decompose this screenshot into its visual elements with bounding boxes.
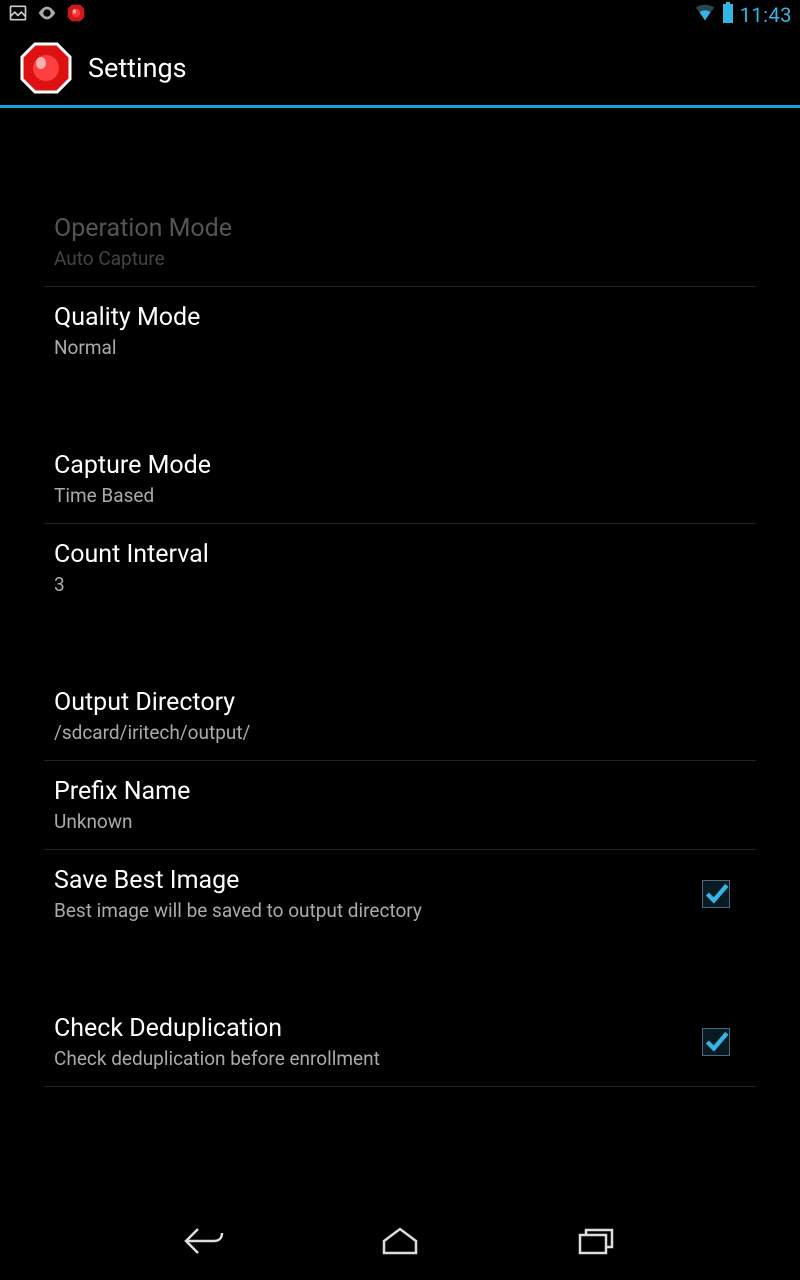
setting-value: Unknown — [54, 810, 750, 833]
checkbox-save-best-image[interactable] — [702, 880, 730, 908]
recent-apps-button[interactable] — [568, 1213, 624, 1269]
setting-save-best-image[interactable]: Save Best Image Best image will be saved… — [44, 850, 756, 938]
navigation-bar — [0, 1202, 800, 1280]
setting-output-directory[interactable]: Output Directory /sdcard/iritech/output/ — [44, 672, 756, 761]
image-icon — [8, 3, 28, 28]
settings-list: Operation Mode Auto Capture Quality Mode… — [0, 108, 800, 1202]
setting-count-interval[interactable]: Count Interval 3 — [44, 524, 756, 612]
app-notification-icon — [66, 3, 86, 28]
battery-icon — [722, 2, 734, 29]
setting-prefix-name[interactable]: Prefix Name Unknown — [44, 761, 756, 850]
setting-value: 3 — [54, 573, 750, 596]
setting-check-deduplication[interactable]: Check Deduplication Check deduplication … — [44, 998, 756, 1087]
setting-operation-mode: Operation Mode Auto Capture — [44, 198, 756, 287]
setting-title: Save Best Image — [54, 866, 702, 895]
checkbox-check-deduplication[interactable] — [702, 1028, 730, 1056]
setting-value: Normal — [54, 336, 750, 359]
app-bar: Settings — [0, 30, 800, 108]
checkmark-icon — [703, 1029, 729, 1055]
recent-apps-icon — [574, 1223, 618, 1259]
setting-value: /sdcard/iritech/output/ — [54, 721, 750, 744]
status-bar: 11:43 — [0, 0, 800, 30]
setting-title: Operation Mode — [54, 214, 750, 243]
setting-value: Best image will be saved to output direc… — [54, 899, 702, 922]
checkmark-icon — [703, 881, 729, 907]
setting-title: Quality Mode — [54, 303, 750, 332]
back-button[interactable] — [176, 1213, 232, 1269]
home-button[interactable] — [372, 1213, 428, 1269]
setting-value: Time Based — [54, 484, 750, 507]
setting-value: Check deduplication before enrollment — [54, 1047, 702, 1070]
home-icon — [376, 1223, 424, 1259]
wifi-icon — [694, 2, 716, 29]
setting-capture-mode[interactable]: Capture Mode Time Based — [44, 435, 756, 524]
app-icon — [18, 40, 74, 96]
setting-value: Auto Capture — [54, 247, 750, 270]
setting-quality-mode[interactable]: Quality Mode Normal — [44, 287, 756, 375]
setting-title: Count Interval — [54, 540, 750, 569]
setting-title: Prefix Name — [54, 777, 750, 806]
eye-icon — [36, 2, 58, 29]
back-icon — [180, 1223, 228, 1259]
setting-title: Capture Mode — [54, 451, 750, 480]
status-clock: 11:43 — [740, 3, 792, 27]
setting-title: Output Directory — [54, 688, 750, 717]
setting-title: Check Deduplication — [54, 1014, 702, 1043]
page-title: Settings — [88, 52, 187, 84]
